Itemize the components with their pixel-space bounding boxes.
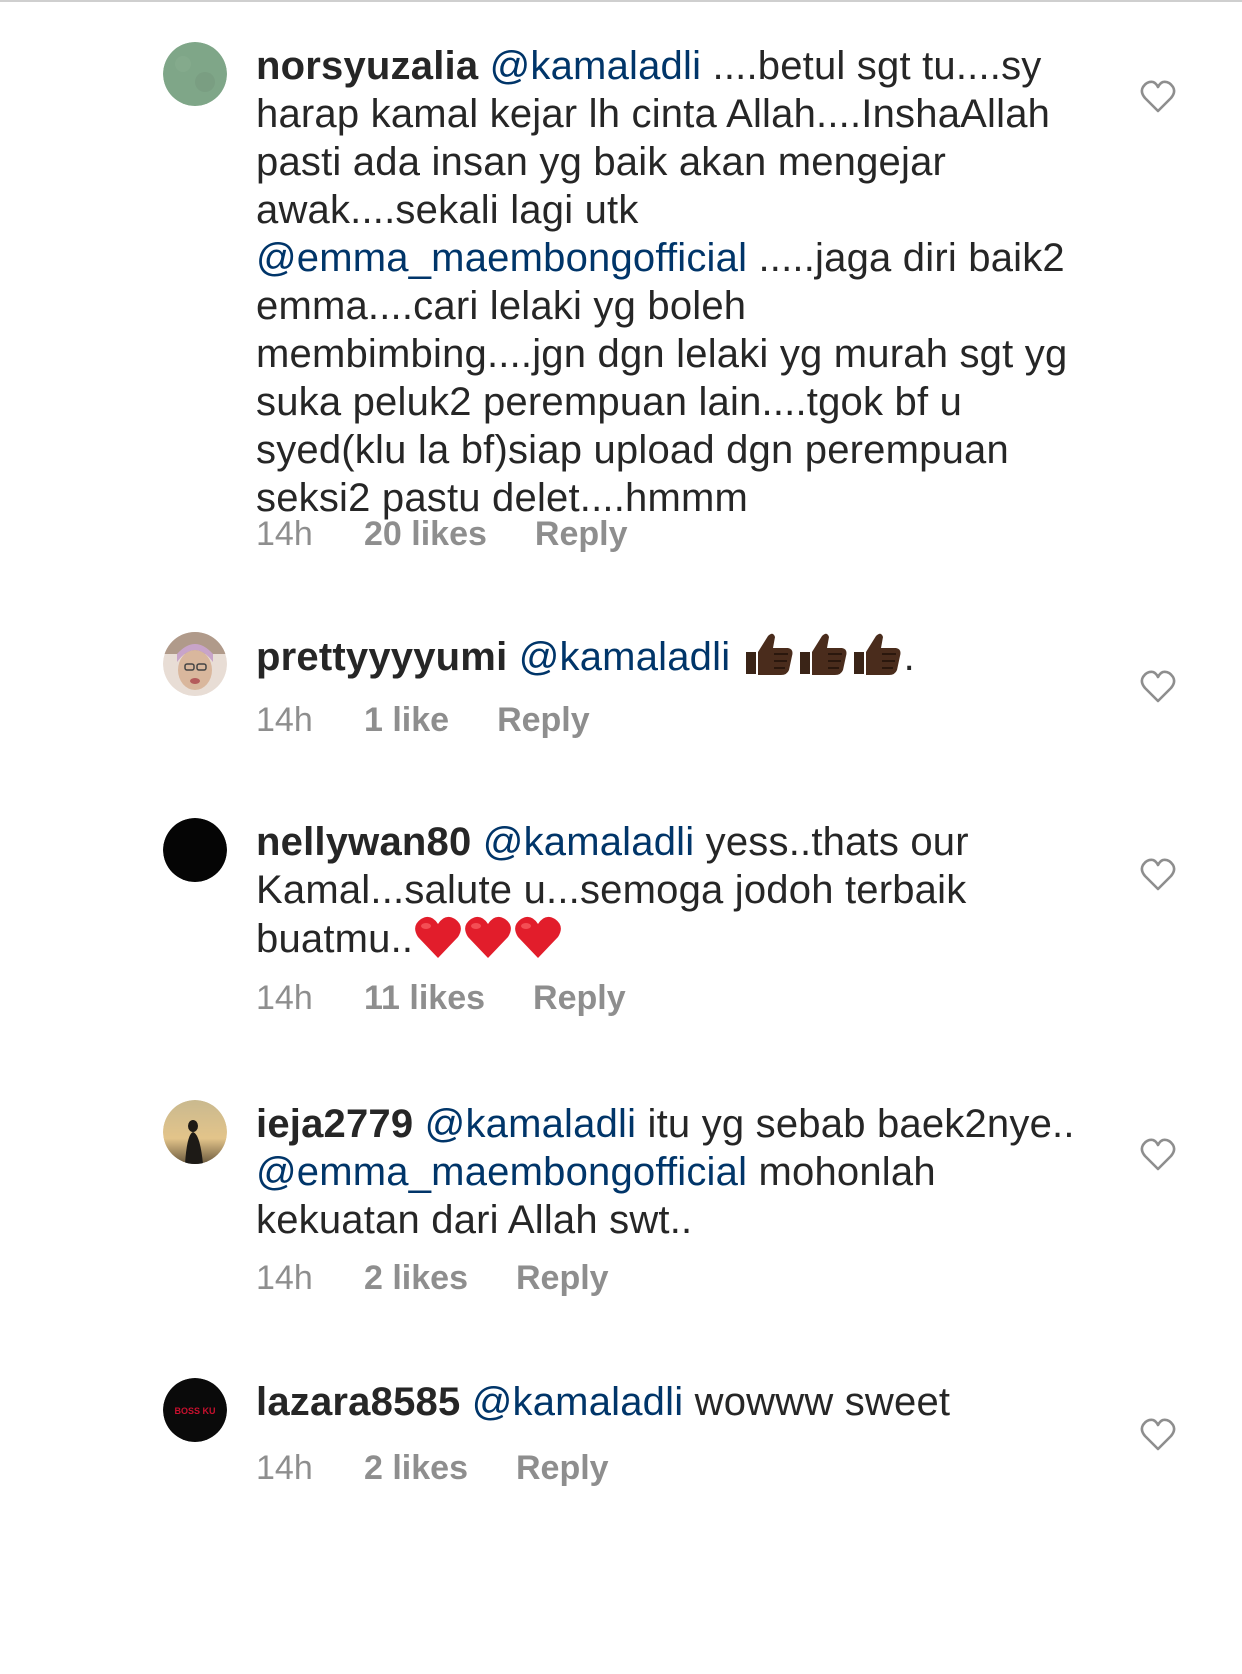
comment-meta: 14h 2 likes Reply	[256, 1258, 609, 1298]
mention-link[interactable]: @kamaladli	[425, 1102, 637, 1146]
avatar[interactable]: BOSS KU	[163, 1378, 227, 1442]
comment-username[interactable]: ieja2779	[256, 1102, 413, 1146]
comment-username[interactable]: prettyyyyumi	[256, 635, 507, 679]
comment-timestamp: 14h	[256, 979, 313, 1017]
likes-count[interactable]: 2 likes	[364, 1448, 468, 1488]
comment-text: norsyuzalia @kamaladli ....betul sgt tu.…	[256, 42, 1076, 522]
heart-icon[interactable]	[1140, 1138, 1176, 1172]
reply-button[interactable]: Reply	[497, 700, 590, 740]
comment-username[interactable]: nellywan80	[256, 820, 471, 864]
mention-link[interactable]: @kamaladli	[519, 635, 731, 679]
comment-timestamp: 14h	[256, 515, 313, 553]
comment-timestamp: 14h	[256, 1449, 313, 1487]
heart-icon[interactable]	[1140, 1418, 1176, 1452]
comment-text: ieja2779 @kamaladli itu yg sebab baek2ny…	[256, 1100, 1076, 1244]
comment-body-text: itu yg sebab baek2nye..	[636, 1102, 1075, 1146]
likes-count[interactable]: 2 likes	[364, 1258, 468, 1298]
likes-count[interactable]: 11 likes	[364, 978, 485, 1018]
comment-timestamp: 14h	[256, 701, 313, 739]
avatar[interactable]	[163, 42, 227, 106]
mention-link[interactable]: @kamaladli	[472, 1380, 684, 1424]
comment-meta: 14h 1 like Reply	[256, 700, 590, 740]
comment-text: nellywan80 @kamaladli yess..thats our Ka…	[256, 818, 1076, 971]
thumbs-up-emoji	[742, 630, 796, 689]
mention-link[interactable]: @kamaladli	[483, 820, 695, 864]
comment-username[interactable]: norsyuzalia	[256, 44, 478, 88]
comment-text: prettyyyyumi @kamaladli .	[256, 630, 1076, 689]
avatar[interactable]	[163, 1100, 227, 1164]
reply-button[interactable]: Reply	[516, 1448, 609, 1488]
heart-icon[interactable]	[1140, 670, 1176, 704]
avatar[interactable]	[163, 818, 227, 882]
likes-count[interactable]: 1 like	[364, 700, 449, 740]
reply-button[interactable]: Reply	[533, 978, 626, 1018]
comment-text: lazara8585 @kamaladli wowww sweet	[256, 1378, 1076, 1426]
comment-timestamp: 14h	[256, 1259, 313, 1297]
comment-meta: 14h 11 likes Reply	[256, 978, 626, 1018]
comment-body-text: wowww sweet	[683, 1380, 951, 1424]
comment-body-text: .	[903, 635, 915, 679]
avatar[interactable]	[163, 632, 227, 696]
heart-icon[interactable]	[1140, 858, 1176, 892]
top-divider	[0, 0, 1242, 2]
comment-username[interactable]: lazara8585	[256, 1380, 460, 1424]
heart-icon[interactable]	[1140, 80, 1176, 114]
mention-link[interactable]: @emma_maembongofficial	[256, 236, 747, 280]
red-heart-emoji	[413, 914, 463, 971]
comment-meta: 14h 20 likes Reply	[256, 514, 627, 554]
thumbs-up-emoji	[850, 630, 904, 689]
red-heart-emoji	[513, 914, 563, 971]
likes-count[interactable]: 20 likes	[364, 514, 487, 554]
thumbs-up-emoji	[796, 630, 850, 689]
reply-button[interactable]: Reply	[535, 514, 628, 554]
reply-button[interactable]: Reply	[516, 1258, 609, 1298]
comment-body-text	[730, 635, 741, 679]
red-heart-emoji	[463, 914, 513, 971]
mention-link[interactable]: @kamaladli	[490, 44, 702, 88]
comment-meta: 14h 2 likes Reply	[256, 1448, 609, 1488]
avatar-text: BOSS KU	[174, 1406, 215, 1416]
mention-link[interactable]: @emma_maembongofficial	[256, 1150, 747, 1194]
